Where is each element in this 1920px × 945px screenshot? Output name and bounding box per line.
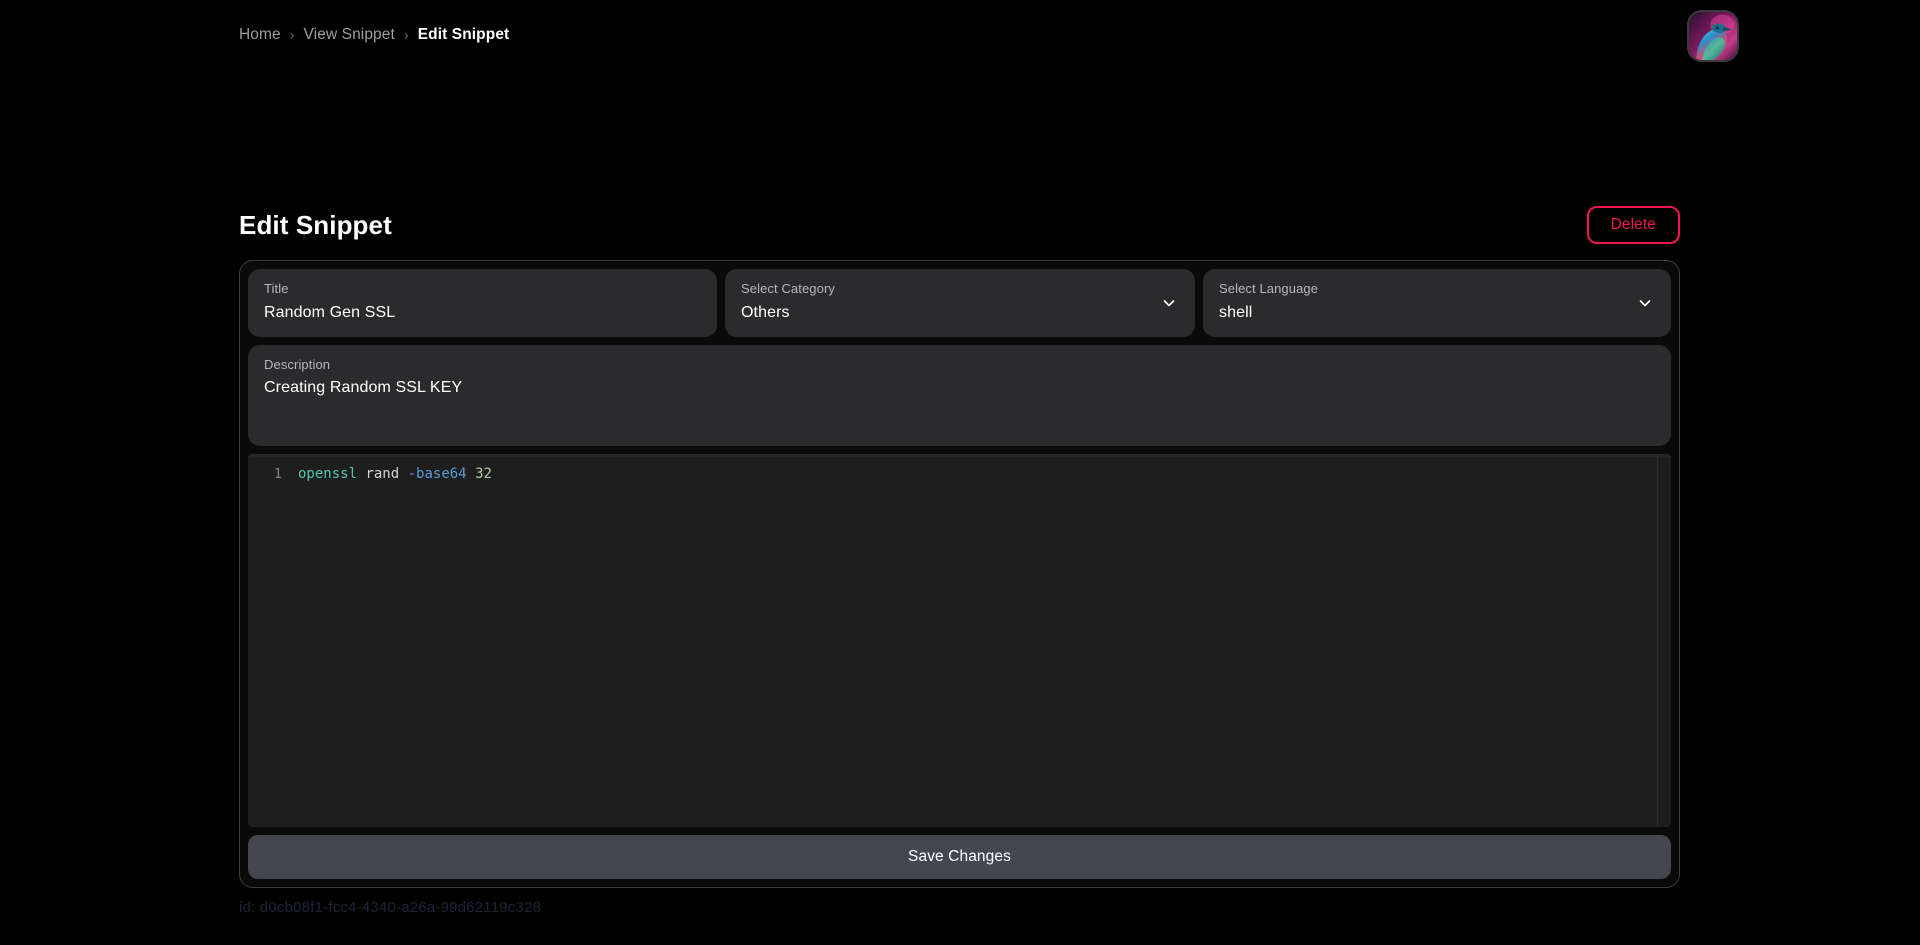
breadcrumb: Home › View Snippet › Edit Snippet (239, 26, 509, 44)
save-changes-button[interactable]: Save Changes (248, 834, 1671, 879)
snippet-form-card: Title Random Gen SSL Select Category Oth… (239, 260, 1680, 888)
user-avatar-bird-image (1689, 12, 1737, 60)
line-number: 1 (273, 465, 282, 482)
snippet-id-label: id: d0cb08f1-fcc4-4340-a26a-99d62119c328 (239, 898, 542, 916)
avatar[interactable] (1687, 10, 1739, 62)
editor-scrollbar[interactable] (1657, 456, 1671, 827)
page-title: Edit Snippet (239, 209, 392, 240)
category-select-label: Select Category (741, 281, 835, 296)
title-field-label: Title (264, 281, 289, 296)
chevron-down-icon (1161, 295, 1177, 311)
category-select[interactable]: Select Category Others (725, 269, 1195, 337)
top-bar: Home › View Snippet › Edit Snippet (0, 0, 1920, 72)
breadcrumb-item-view-snippet[interactable]: View Snippet (304, 26, 395, 44)
code-token-number: 32 (475, 465, 492, 482)
breadcrumb-item-edit-snippet: Edit Snippet (417, 26, 510, 43)
edit-snippet-page: Home › View Snippet › Edit Snippet Edit … (0, 0, 1920, 945)
code-token-command: openssl (298, 465, 358, 482)
code-line-content[interactable]: openssl rand -base64 32 (298, 464, 492, 485)
title-field[interactable]: Title Random Gen SSL (248, 269, 717, 337)
language-select-value: shell (1219, 303, 1253, 321)
language-select-label: Select Language (1219, 281, 1319, 296)
description-input[interactable]: Creating Random SSL KEY (264, 378, 1655, 398)
main-content: Edit Snippet Delete Title Random Gen SSL… (239, 196, 1680, 916)
breadcrumb-separator-icon: › (403, 26, 409, 43)
category-select-value: Others (741, 303, 790, 321)
form-row-top: Title Random Gen SSL Select Category Oth… (248, 269, 1671, 337)
code-editor[interactable]: 1 openssl rand -base64 32 (248, 453, 1671, 827)
description-field-label: Description (264, 356, 331, 372)
code-token-option: -base64 (407, 465, 467, 482)
title-input[interactable]: Random Gen SSL (264, 303, 701, 323)
language-select[interactable]: Select Language shell (1203, 269, 1671, 337)
chevron-down-icon (1637, 295, 1653, 311)
breadcrumb-item-home[interactable]: Home (239, 26, 281, 44)
description-field[interactable]: Description Creating Random SSL KEY (248, 344, 1671, 446)
code-token-subcommand: rand (365, 465, 400, 482)
page-header: Edit Snippet Delete (239, 196, 1680, 254)
editor-top-strip (248, 453, 1671, 457)
delete-button[interactable]: Delete (1586, 206, 1680, 244)
code-line-row: 1 openssl rand -base64 32 (248, 464, 1671, 485)
breadcrumb-separator-icon: › (289, 26, 295, 43)
